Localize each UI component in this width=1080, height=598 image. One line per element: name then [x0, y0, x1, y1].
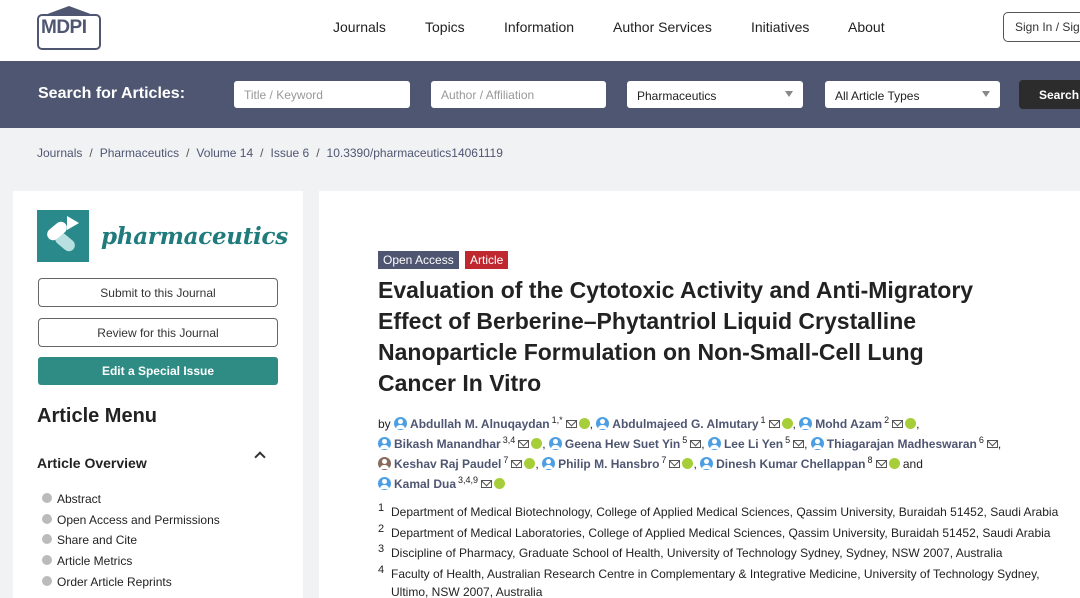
- submit-button[interactable]: Submit to this Journal: [38, 278, 278, 307]
- bullet-icon: [42, 534, 52, 544]
- breadcrumb-journals[interactable]: Journals: [37, 146, 82, 160]
- author-name[interactable]: Thiagarajan Madheswaran: [827, 437, 977, 451]
- author-name[interactable]: Mohd Azam: [815, 417, 882, 431]
- mail-icon[interactable]: [565, 420, 577, 428]
- mail-icon[interactable]: [892, 420, 904, 428]
- journal-name[interactable]: pharmaceutics: [101, 223, 288, 250]
- top-navigation: MDPI Journals Topics Information Author …: [0, 0, 1080, 61]
- user-icon: [596, 417, 610, 430]
- article-type-value: All Article Types: [835, 89, 920, 103]
- breadcrumb: Journals / Pharmaceutics / Volume 14/Issue 6…: [37, 146, 503, 160]
- bullet-icon: [42, 514, 52, 524]
- orcid-icon[interactable]: [578, 418, 590, 429]
- mail-icon[interactable]: [669, 460, 681, 468]
- mail-icon[interactable]: [518, 440, 530, 448]
- orcid-icon[interactable]: [905, 418, 917, 429]
- user-icon: [700, 457, 714, 470]
- main-nav: Journals Topics Information Author Servi…: [0, 19, 1080, 39]
- breadcrumb-journal[interactable]: Pharmaceutics: [100, 146, 179, 160]
- user-icon: [548, 437, 562, 450]
- orcid-icon[interactable]: [494, 478, 506, 489]
- mail-icon[interactable]: [768, 420, 780, 428]
- bullet-icon: [42, 493, 52, 503]
- author-name[interactable]: Abdullah M. Alnuqaydan: [410, 417, 550, 431]
- nav-journals[interactable]: Journals: [333, 19, 386, 35]
- open-access-badge: Open Access: [378, 251, 459, 269]
- user-icon: [378, 477, 391, 490]
- chevron-up-icon[interactable]: [254, 451, 266, 463]
- nav-author-services[interactable]: Author Services: [613, 19, 712, 35]
- sidebar: pharmaceutics Submit to this Journal Rev…: [13, 191, 303, 598]
- search-bar: Search for Articles: Title / Keyword Aut…: [0, 61, 1080, 128]
- mail-icon[interactable]: [690, 440, 702, 448]
- special-issue-button[interactable]: Edit a Special Issue: [38, 357, 278, 385]
- author-name[interactable]: Philip M. Hansbro: [558, 457, 659, 471]
- nav-initiatives[interactable]: Initiatives: [751, 19, 809, 35]
- breadcrumb-issue[interactable]: Issue 6: [270, 146, 309, 160]
- nav-about[interactable]: About: [848, 19, 885, 35]
- article-type-badge: Article: [465, 251, 509, 269]
- author-input[interactable]: Author / Affiliation: [431, 81, 606, 108]
- user-photo-icon: [378, 457, 391, 470]
- journal-select[interactable]: Pharmaceutics: [627, 81, 803, 108]
- user-icon: [378, 437, 391, 450]
- orcid-icon[interactable]: [781, 418, 793, 429]
- orcid-icon[interactable]: [682, 458, 694, 469]
- journal-select-value: Pharmaceutics: [637, 89, 717, 103]
- journal-logo-icon[interactable]: [37, 210, 89, 262]
- bullet-icon: [42, 555, 52, 565]
- user-icon: [799, 417, 813, 430]
- breadcrumb-volume[interactable]: Volume 14: [196, 146, 253, 160]
- author-name[interactable]: Keshav Raj Paudel: [394, 457, 501, 471]
- nav-topics[interactable]: Topics: [425, 19, 465, 35]
- review-button[interactable]: Review for this Journal: [38, 318, 278, 347]
- chevron-down-icon: [785, 91, 793, 97]
- author-name[interactable]: Bikash Manandhar: [394, 437, 501, 451]
- search-label: Search for Articles:: [38, 85, 186, 102]
- orcid-icon[interactable]: [888, 458, 900, 469]
- author-name[interactable]: Kamal Dua: [394, 477, 456, 491]
- mail-icon[interactable]: [875, 460, 887, 468]
- breadcrumb-doi: 10.3390/pharmaceutics14061119: [326, 146, 503, 160]
- article-panel: Open Access Article Evaluation of the Cy…: [319, 191, 1080, 598]
- article-overview-title[interactable]: Article Overview: [37, 455, 147, 471]
- user-icon: [707, 437, 721, 450]
- author-name[interactable]: Dinesh Kumar Chellappan: [716, 457, 865, 471]
- user-icon: [542, 457, 556, 470]
- mail-icon[interactable]: [986, 440, 998, 448]
- article-type-select[interactable]: All Article Types: [825, 81, 1000, 108]
- keyword-input[interactable]: Title / Keyword: [234, 81, 410, 108]
- article-menu-title: Article Menu: [37, 405, 158, 427]
- mail-icon[interactable]: [511, 460, 523, 468]
- chevron-down-icon: [982, 91, 990, 97]
- mail-icon[interactable]: [481, 480, 493, 488]
- sign-in-button[interactable]: Sign In / Sign Up: [1003, 12, 1080, 42]
- author-name[interactable]: Abdulmajeed G. Almutary: [612, 417, 758, 431]
- author-name[interactable]: Lee Li Yen: [724, 437, 783, 451]
- user-icon: [810, 437, 824, 450]
- orcid-icon[interactable]: [531, 438, 543, 449]
- mail-icon[interactable]: [793, 440, 805, 448]
- orcid-icon[interactable]: [524, 458, 536, 469]
- search-button[interactable]: Search: [1019, 80, 1080, 109]
- article-title: Evaluation of the Cytotoxic Activity and…: [378, 277, 974, 396]
- bullet-icon: [42, 576, 52, 586]
- nav-information[interactable]: Information: [504, 19, 574, 35]
- author-name[interactable]: Geena Hew Suet Yin: [565, 437, 680, 451]
- user-icon: [394, 417, 408, 430]
